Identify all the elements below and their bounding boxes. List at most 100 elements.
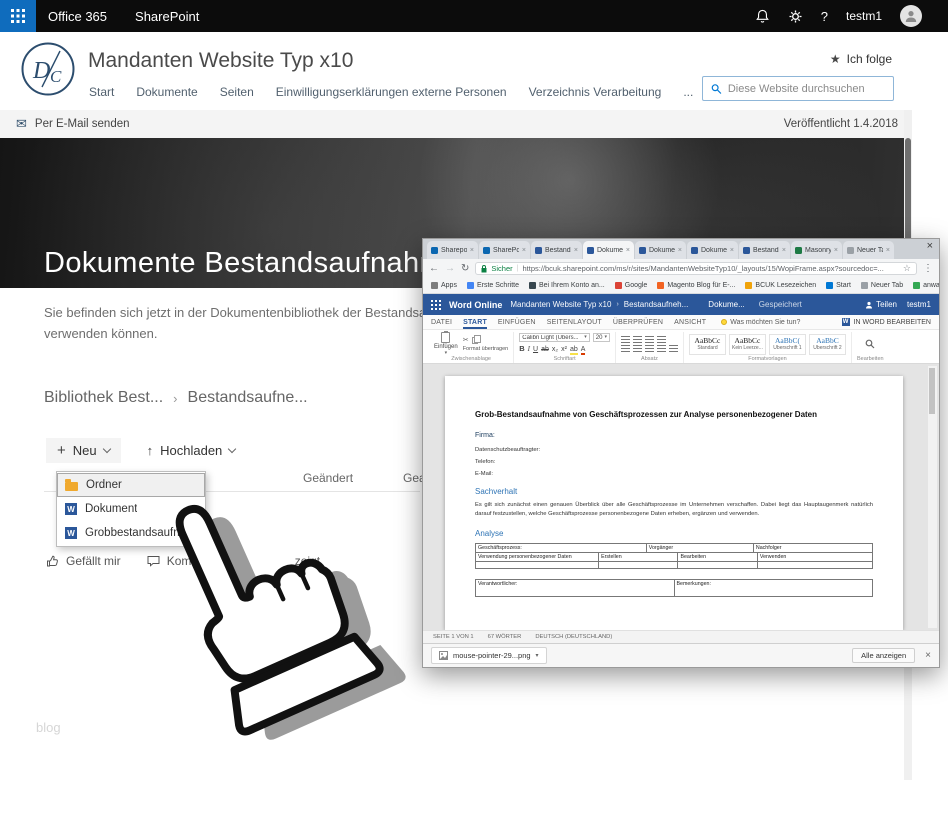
ribbon-tab-seitenlayout[interactable]: SEITENLAYOUT bbox=[547, 315, 602, 329]
show-all-downloads-button[interactable]: Alle anzeigen bbox=[852, 648, 916, 663]
superscript-icon[interactable]: x² bbox=[561, 346, 567, 353]
font-color-icon[interactable]: A bbox=[580, 346, 586, 355]
nav-item-seiten[interactable]: Seiten bbox=[220, 85, 254, 99]
ribbon-tab-ueberpruefen[interactable]: ÜBERPRÜFEN bbox=[613, 315, 663, 329]
suite-app-name[interactable]: SharePoint bbox=[135, 9, 199, 24]
menu-item-ordner[interactable]: Ordner bbox=[57, 473, 205, 497]
style-chip-no-spacing[interactable]: AaBbCc Kein Leerze... bbox=[728, 333, 766, 355]
tab-close-icon[interactable]: × bbox=[574, 247, 578, 254]
bookmark-apps[interactable]: Apps bbox=[431, 282, 457, 289]
browser-tab[interactable]: Dokumen× bbox=[687, 241, 738, 259]
settings-gear-icon[interactable] bbox=[788, 9, 803, 24]
word-breadcrumb[interactable]: Mandanten Website Typ x10 › Bestandsaufn… bbox=[510, 300, 688, 309]
browser-tab[interactable]: SharePoint× bbox=[479, 241, 530, 259]
strikethrough-icon[interactable]: ab bbox=[541, 346, 549, 353]
send-by-email[interactable]: Per E-Mail senden bbox=[35, 118, 130, 130]
browser-tab[interactable]: Bestandsa× bbox=[531, 241, 582, 259]
bookmark-item[interactable]: Start bbox=[826, 282, 851, 289]
status-words[interactable]: 67 WÖRTER bbox=[488, 634, 522, 640]
user-avatar[interactable] bbox=[900, 5, 922, 27]
highlight-color-icon[interactable]: ab bbox=[569, 346, 578, 355]
align-center-icon[interactable] bbox=[632, 345, 642, 352]
breadcrumb-current[interactable]: Bestandsaufne... bbox=[188, 389, 308, 407]
browser-tab[interactable]: Sharepoint× bbox=[427, 241, 478, 259]
browser-tab[interactable]: Dokumen× bbox=[635, 241, 686, 259]
search-input[interactable] bbox=[727, 82, 885, 95]
tab-close-icon[interactable]: × bbox=[522, 247, 526, 254]
style-chip-heading1[interactable]: AaBbC(Überschrift 1 bbox=[768, 333, 806, 355]
numbered-list-icon[interactable] bbox=[632, 336, 642, 343]
follow-button[interactable]: ★ Ich folge bbox=[830, 52, 892, 66]
word-user-name[interactable]: testm1 bbox=[907, 300, 931, 309]
notifications-bell-icon[interactable] bbox=[755, 9, 770, 24]
style-chip-standard[interactable]: AaBbCc Standard bbox=[688, 333, 726, 355]
tab-close-icon[interactable]: × bbox=[886, 247, 890, 254]
browser-tab-active[interactable]: Dokumente× bbox=[583, 241, 634, 259]
browser-tab[interactable]: Neuer Tab× bbox=[843, 241, 894, 259]
tell-me-box[interactable]: Was möchten Sie tun? bbox=[721, 319, 800, 326]
bookmark-item[interactable]: Bei Ihrem Konto an... bbox=[528, 282, 605, 289]
document-name[interactable]: Dokume... bbox=[708, 300, 744, 309]
bookmark-folder[interactable]: BCUK Lesezeichen bbox=[745, 282, 816, 289]
open-in-word-button[interactable]: W IN WORD BEARBEITEN bbox=[841, 318, 931, 326]
download-item[interactable]: mouse-pointer-29...png ▾ bbox=[431, 647, 547, 664]
site-logo[interactable]: D C bbox=[20, 41, 76, 102]
document-page[interactable]: Grob-Bestandsaufnahme von Geschäftsproze… bbox=[445, 376, 903, 630]
nav-item-dokumente[interactable]: Dokumente bbox=[136, 85, 197, 99]
refresh-icon[interactable]: ↻ bbox=[461, 263, 469, 274]
tab-close-icon[interactable]: × bbox=[782, 247, 786, 254]
bullet-list-icon[interactable] bbox=[620, 336, 630, 343]
nav-item-verzeichnis[interactable]: Verzeichnis Verarbeitung bbox=[529, 85, 662, 99]
nav-item-start[interactable]: Start bbox=[89, 85, 114, 99]
ribbon-tab-start[interactable]: START bbox=[463, 315, 487, 329]
bookmark-item[interactable]: anwalt münster bu... bbox=[913, 282, 939, 289]
browser-menu-icon[interactable]: ⋮ bbox=[923, 263, 933, 274]
paste-button[interactable]: Einfügen ▾ bbox=[434, 331, 458, 356]
share-button[interactable]: Teilen bbox=[865, 300, 897, 309]
ribbon-tab-datei[interactable]: DATEI bbox=[431, 315, 452, 329]
upload-button[interactable]: ↑ Hochladen bbox=[141, 438, 242, 463]
align-left-icon[interactable] bbox=[620, 345, 630, 352]
forward-icon[interactable]: → bbox=[445, 263, 455, 274]
new-button[interactable]: + Neu bbox=[46, 438, 121, 463]
bookmark-item[interactable]: Erste Schritte bbox=[466, 282, 519, 289]
bookmark-item[interactable]: Magento Blog für E-... bbox=[657, 282, 735, 289]
subscript-icon[interactable]: x₂ bbox=[552, 346, 558, 353]
tab-close-icon[interactable]: × bbox=[730, 247, 734, 254]
app-launcher-button[interactable] bbox=[0, 0, 36, 32]
nav-overflow[interactable]: ... bbox=[683, 85, 693, 99]
justify-icon[interactable] bbox=[656, 345, 666, 352]
decrease-indent-icon[interactable] bbox=[644, 336, 654, 343]
tab-close-icon[interactable]: × bbox=[626, 247, 630, 254]
font-name-selector[interactable]: Calibri Light (Übers... ▾ bbox=[519, 333, 590, 342]
style-chip-heading2[interactable]: AaBbC Überschrift 2 bbox=[808, 333, 846, 355]
chevron-down-icon[interactable]: ▾ bbox=[536, 652, 539, 659]
browser-tab[interactable]: Masonry × bbox=[791, 241, 842, 259]
user-name[interactable]: testm1 bbox=[846, 9, 882, 23]
italic-icon[interactable]: I bbox=[528, 345, 530, 353]
bookmark-item[interactable]: Neuer Tab bbox=[860, 282, 903, 289]
site-search-box[interactable] bbox=[702, 76, 894, 101]
underline-icon[interactable]: U bbox=[533, 346, 538, 353]
browser-tab[interactable]: Bestands× bbox=[739, 241, 790, 259]
cut-icon[interactable]: ✂ bbox=[463, 337, 469, 344]
increase-indent-icon[interactable] bbox=[656, 336, 666, 343]
back-icon[interactable]: ← bbox=[429, 263, 439, 274]
help-icon[interactable]: ? bbox=[821, 9, 828, 24]
line-spacing-icon[interactable] bbox=[668, 345, 678, 352]
font-size-selector[interactable]: 20 ▾ bbox=[592, 333, 610, 342]
tab-close-icon[interactable]: × bbox=[834, 247, 838, 254]
waffle-icon[interactable] bbox=[431, 299, 441, 310]
format-painter-button[interactable]: Format übertragen bbox=[463, 346, 509, 352]
status-language[interactable]: DEUTSCH (DEUTSCHLAND) bbox=[535, 634, 612, 640]
document-scrollbar[interactable] bbox=[928, 366, 937, 628]
tab-close-icon[interactable]: × bbox=[470, 247, 474, 254]
close-shelf-icon[interactable]: × bbox=[925, 650, 931, 661]
bold-icon[interactable]: B bbox=[519, 344, 524, 353]
breadcrumb-library[interactable]: Bibliothek Best... bbox=[44, 389, 163, 407]
bookmark-item[interactable]: Google bbox=[614, 282, 647, 289]
word-online-label[interactable]: Word Online bbox=[449, 300, 502, 310]
nav-item-einwilligungserklaerungen[interactable]: Einwilligungserklärungen externe Persone… bbox=[276, 85, 507, 99]
search-icon[interactable] bbox=[865, 339, 875, 349]
align-right-icon[interactable] bbox=[644, 345, 654, 352]
